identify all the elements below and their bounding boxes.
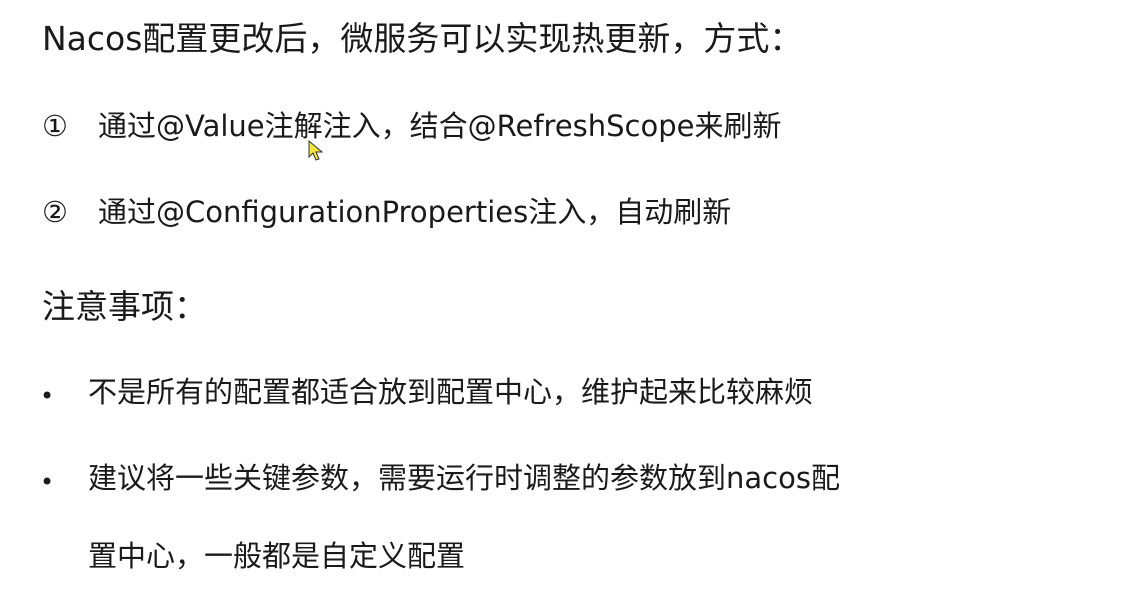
- method-marker-1: ①: [42, 109, 68, 143]
- method-item-2: ② 通过@ConfigurationProperties注入，自动刷新: [42, 198, 731, 227]
- slide-title: Nacos配置更改后，微服务可以实现热更新，方式：: [42, 19, 803, 58]
- note-item-1: 不是所有的配置都适合放到配置中心，维护起来比较麻烦: [88, 375, 814, 409]
- method-item-1: ① 通过@Value注解注入，结合@RefreshScope来刷新: [42, 112, 782, 141]
- slide: Nacos配置更改后，微服务可以实现热更新，方式： ① 通过@Value注解注入，…: [0, 0, 1147, 612]
- note-item-2: 建议将一些关键参数，需要运行时调整的参数放到nacos配: [88, 461, 840, 495]
- bullet-icon: •: [40, 468, 55, 496]
- method-marker-2: ②: [42, 195, 68, 229]
- method-text-1: 通过@Value注解注入，结合@RefreshScope来刷新: [98, 109, 782, 143]
- notes-heading: 注意事项：: [42, 287, 207, 326]
- mouse-pointer-icon: [308, 140, 324, 161]
- bullet-icon: •: [40, 382, 55, 410]
- note-item-2-continuation: 置中心，一般都是自定义配置: [88, 539, 466, 573]
- method-text-2: 通过@ConfigurationProperties注入，自动刷新: [98, 195, 732, 229]
